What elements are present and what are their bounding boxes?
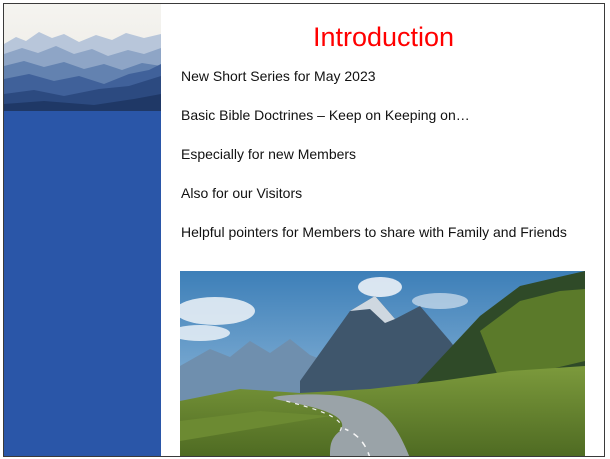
list-item: Also for our Visitors: [181, 185, 303, 201]
mountain-image: [4, 4, 161, 111]
sidebar-panel: [4, 4, 161, 456]
slide: Introduction New Short Series for May 20…: [3, 3, 605, 457]
bullet-list: New Short Series for May 2023 Basic Bibl…: [181, 68, 591, 241]
slide-title: Introduction: [312, 22, 455, 52]
list-item: New Short Series for May 2023: [181, 68, 376, 84]
list-item: Especially for new Members: [181, 146, 357, 162]
list-item: Helpful pointers for Members to share wi…: [181, 224, 567, 240]
road-landscape-image: [180, 271, 585, 456]
list-item: Basic Bible Doctrines – Keep on Keeping …: [181, 107, 470, 123]
